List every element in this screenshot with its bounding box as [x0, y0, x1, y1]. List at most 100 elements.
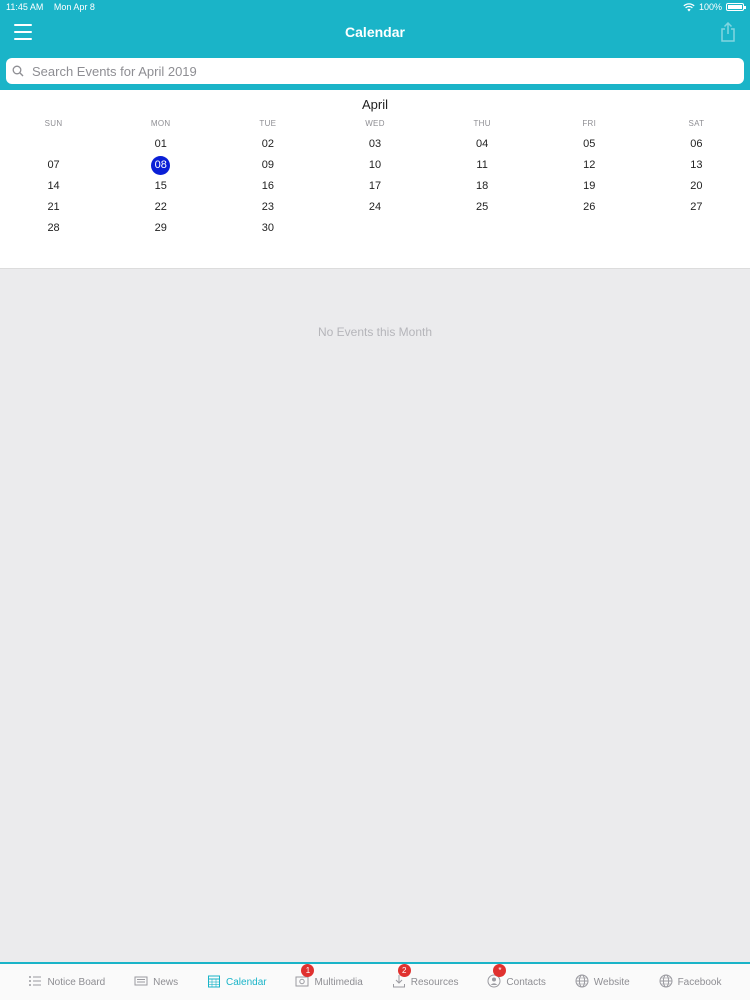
- tab-label: Facebook: [677, 976, 722, 988]
- day-cell[interactable]: 20: [643, 176, 750, 197]
- globe-icon: [575, 974, 589, 991]
- day-cell[interactable]: 12: [536, 155, 643, 176]
- day-cell[interactable]: 16: [214, 176, 321, 197]
- day-number: 16: [261, 180, 274, 192]
- day-number: 13: [690, 159, 703, 171]
- tab-label: Multimedia: [314, 976, 363, 988]
- day-cell[interactable]: 11: [429, 155, 536, 176]
- day-cell[interactable]: 05: [536, 134, 643, 155]
- day-number: 27: [690, 201, 703, 213]
- day-number: 30: [261, 222, 274, 234]
- day-number: 22: [154, 201, 167, 213]
- day-cell[interactable]: 29: [107, 218, 214, 239]
- day-number: 04: [476, 138, 489, 150]
- day-number: 25: [476, 201, 489, 213]
- tab-label: Resources: [410, 976, 459, 988]
- day-number: 29: [154, 222, 167, 234]
- day-cell[interactable]: 19: [536, 176, 643, 197]
- day-cell[interactable]: 18: [429, 176, 536, 197]
- day-number: 26: [583, 201, 596, 213]
- tab-resources[interactable]: 2 Resources: [392, 963, 459, 991]
- day-cell[interactable]: 17: [321, 176, 428, 197]
- day-cell[interactable]: 21: [0, 197, 107, 218]
- newspaper-icon: [134, 974, 148, 991]
- day-cell[interactable]: 06: [643, 134, 750, 155]
- tab-label: Contacts: [506, 976, 546, 988]
- search-input[interactable]: [32, 63, 744, 79]
- notification-badge: 1: [301, 963, 315, 977]
- status-date: Mon Apr 8: [53, 2, 95, 12]
- tab-bar: Notice Board News Calendar 1 Multimedia 2 Reso…: [0, 962, 750, 1000]
- tab-news[interactable]: News: [134, 974, 178, 991]
- tab-label: Notice Board: [47, 976, 106, 988]
- tab-calendar[interactable]: Calendar: [207, 974, 267, 991]
- search-icon: [12, 65, 24, 77]
- tab-label: Website: [593, 976, 630, 988]
- day-cell[interactable]: 10: [321, 155, 428, 176]
- empty-day-cell: [0, 134, 107, 155]
- calendar-icon: [207, 974, 221, 991]
- day-number: 21: [47, 201, 60, 213]
- globe-icon: [659, 974, 673, 991]
- tab-website[interactable]: Website: [575, 974, 630, 991]
- day-number: 08: [151, 156, 171, 175]
- notification-badge: *: [493, 963, 507, 977]
- day-cell[interactable]: 28: [0, 218, 107, 239]
- days-grid: 01 02 03 04 05 06 07 08 09 10 11 12 13 14 15 16 17 18 19 20…: [0, 134, 750, 239]
- day-cell[interactable]: 27: [643, 197, 750, 218]
- battery-percent: 100%: [698, 2, 722, 12]
- weekday-label: WED: [365, 119, 385, 128]
- day-cell[interactable]: 26: [536, 197, 643, 218]
- day-cell[interactable]: 09: [214, 155, 321, 176]
- day-number: 23: [261, 201, 274, 213]
- weekday-label: FRI: [582, 119, 597, 128]
- day-number: 03: [368, 138, 382, 150]
- day-cell[interactable]: 30: [214, 218, 321, 239]
- day-cell[interactable]: 25: [429, 197, 536, 218]
- day-number: 19: [583, 180, 596, 192]
- share-icon[interactable]: [720, 22, 736, 42]
- weekday-label: MON: [150, 119, 171, 128]
- tab-multimedia[interactable]: 1 Multimedia: [295, 963, 363, 991]
- calendar-grid: April SUN MON TUE WED THU FRI SAT 01 02 03 04 05 06…: [0, 90, 750, 269]
- battery-icon: [726, 3, 746, 11]
- tab-notice-board[interactable]: Notice Board: [28, 974, 105, 991]
- day-cell[interactable]: 23: [214, 197, 321, 218]
- tab-facebook[interactable]: Facebook: [659, 974, 722, 991]
- day-cell-selected[interactable]: 08: [107, 155, 214, 176]
- day-cell[interactable]: 03: [321, 134, 428, 155]
- day-number: 15: [154, 180, 167, 192]
- day-cell[interactable]: 13: [643, 155, 750, 176]
- tab-label: Calendar: [226, 976, 267, 988]
- day-number: 12: [583, 159, 596, 171]
- day-cell[interactable]: 01: [107, 134, 214, 155]
- wifi-icon: [683, 2, 695, 11]
- day-number: 20: [690, 180, 703, 192]
- day-cell[interactable]: 22: [107, 197, 214, 218]
- status-time: 11:45 AM: [6, 2, 44, 12]
- page-title: Calendar: [345, 24, 405, 40]
- list-icon: [28, 974, 42, 991]
- day-cell[interactable]: 14: [0, 176, 107, 197]
- weekday-label: SAT: [688, 119, 705, 128]
- day-number: 17: [368, 180, 382, 192]
- day-number: 11: [476, 159, 488, 171]
- empty-events-message: No Events this Month: [317, 325, 433, 339]
- search-bar: [6, 58, 744, 84]
- day-number: 09: [261, 159, 274, 171]
- day-cell[interactable]: 02: [214, 134, 321, 155]
- day-number: 01: [154, 138, 167, 150]
- day-cell[interactable]: 24: [321, 197, 428, 218]
- weekday-header: SUN MON TUE WED THU FRI SAT: [0, 119, 750, 128]
- app-header: 11:45 AM Mon Apr 8 100% Calendar: [0, 0, 750, 90]
- day-cell[interactable]: 15: [107, 176, 214, 197]
- weekday-label: TUE: [259, 119, 277, 128]
- tab-label: News: [153, 976, 179, 988]
- day-cell[interactable]: 07: [0, 155, 107, 176]
- day-cell[interactable]: 04: [429, 134, 536, 155]
- day-number: 05: [583, 138, 596, 150]
- day-number: 28: [47, 222, 60, 234]
- day-number: 18: [476, 180, 489, 192]
- tab-contacts[interactable]: * Contacts: [487, 963, 546, 991]
- status-bar: 11:45 AM Mon Apr 8 100%: [0, 0, 750, 14]
